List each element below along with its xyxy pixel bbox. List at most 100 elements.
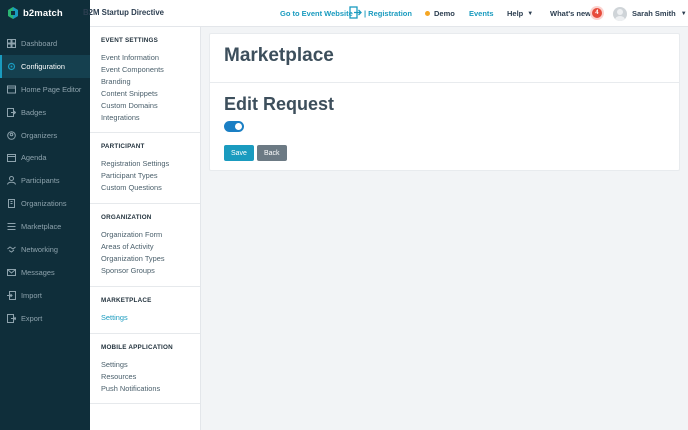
subnav-link-event-components[interactable]: Event Components <box>101 64 200 76</box>
sidebar-item-badges[interactable]: Badges <box>0 101 90 124</box>
subnav-link-event-information[interactable]: Event Information <box>101 52 200 64</box>
subnav-section-mobile-application: MOBILE APPLICATION Settings Resources Pu… <box>90 334 200 405</box>
subnav-link-organization-types[interactable]: Organization Types <box>101 253 200 265</box>
sidebar-item-participants[interactable]: Participants <box>0 169 90 192</box>
demo-indicator[interactable]: Demo <box>425 0 455 27</box>
building-icon <box>7 199 16 209</box>
sidebar-item-label: Organizers <box>21 130 58 140</box>
sidebar-item-dashboard[interactable]: Dashboard <box>0 32 90 55</box>
marketplace-card: Marketplace Edit Request Save Back <box>209 33 680 171</box>
sidebar: Dashboard Configuration Home Page Editor… <box>0 27 90 430</box>
participants-icon <box>7 176 16 185</box>
sidebar-item-export[interactable]: Export <box>0 307 90 330</box>
go-to-event-link[interactable]: Go to Event Website <box>280 0 353 27</box>
home-icon <box>7 85 16 94</box>
sidebar-item-messages[interactable]: Messages <box>0 261 90 284</box>
list-icon <box>7 222 16 231</box>
registration-link[interactable]: | Registration <box>364 0 412 27</box>
subnav-link-push-notifications[interactable]: Push Notifications <box>101 383 200 395</box>
subnav-link-branding[interactable]: Branding <box>101 76 200 88</box>
subnav-link-areas-of-activity[interactable]: Areas of Activity <box>101 241 200 253</box>
sidebar-item-label: Export <box>21 313 43 323</box>
registration-label: | Registration <box>364 9 412 18</box>
sidebar-item-label: Messages <box>21 267 55 277</box>
subnav-section-event-settings: EVENT SETTINGS Event Information Event C… <box>90 27 200 134</box>
edit-request-toggle[interactable] <box>224 121 244 132</box>
subnav-section-title: ORGANIZATION <box>101 214 152 222</box>
subnav-link-custom-domains[interactable]: Custom Domains <box>101 100 200 112</box>
events-label: Events <box>469 9 494 18</box>
button-row: Save Back <box>224 145 679 161</box>
subnav-link-participant-types[interactable]: Participant Types <box>101 170 200 182</box>
sidebar-item-label: Configuration <box>21 61 65 71</box>
subnav-section-organization: ORGANIZATION Organization Form Areas of … <box>90 204 200 287</box>
go-to-event-label: Go to Event Website <box>280 9 353 18</box>
whats-new-label: What's new <box>550 9 591 18</box>
sidebar-item-label: Agenda <box>21 153 47 163</box>
sidebar-item-organizations[interactable]: Organizations <box>0 192 90 215</box>
import-icon <box>7 290 16 300</box>
subnav-section-title: EVENT SETTINGS <box>101 37 159 44</box>
section-title: Edit Request <box>224 94 335 114</box>
subnav-section-marketplace: MARKETPLACE Settings <box>90 287 200 334</box>
sidebar-item-label: Import <box>21 290 42 300</box>
events-link[interactable]: Events <box>469 0 494 27</box>
subnav-link-integrations[interactable]: Integrations <box>101 112 200 124</box>
calendar-icon <box>7 153 16 163</box>
export-icon <box>7 313 16 323</box>
sidebar-item-import[interactable]: Import <box>0 284 90 307</box>
avatar <box>613 6 627 21</box>
card-body: Edit Request Save Back <box>210 83 679 161</box>
sidebar-item-label: Badges <box>21 107 47 117</box>
subnav-section-title: PARTICIPANT <box>101 143 145 151</box>
sidebar-item-home-page-editor[interactable]: Home Page Editor <box>0 78 90 101</box>
back-button[interactable]: Back <box>256 145 287 161</box>
sidebar-item-marketplace[interactable]: Marketplace <box>0 215 90 238</box>
help-label: Help <box>507 9 524 18</box>
sidebar-item-label: Participants <box>21 176 60 186</box>
subnav-link-sponsor-groups[interactable]: Sponsor Groups <box>101 265 200 277</box>
sidebar-item-label: Home Page Editor <box>21 84 82 94</box>
user-name: Sarah Smith <box>632 9 676 18</box>
top-bar: b2match B2M Startup Directive Go to Even… <box>0 0 688 27</box>
envelope-icon <box>7 268 16 277</box>
brand-name: b2match <box>23 7 63 19</box>
demo-label: Demo <box>434 9 455 18</box>
configuration-subnav: EVENT SETTINGS Event Information Event C… <box>90 27 201 430</box>
b2match-logo-icon <box>8 6 18 19</box>
sidebar-item-label: Organizations <box>21 199 67 209</box>
chevron-down-icon: ▼ <box>527 10 534 17</box>
page-title: Marketplace <box>224 45 334 66</box>
notification-badge: 4 <box>591 7 602 18</box>
subnav-link-resources[interactable]: Resources <box>101 371 200 383</box>
subnav-link-marketplace-settings[interactable]: Settings <box>101 312 200 324</box>
subnav-link-mobile-settings[interactable]: Settings <box>101 359 200 371</box>
handshake-icon <box>7 245 16 254</box>
sidebar-item-organizers[interactable]: Organizers <box>0 124 90 147</box>
subnav-link-registration-settings[interactable]: Registration Settings <box>101 158 200 170</box>
dashboard-icon <box>7 38 16 48</box>
subnav-link-organization-form[interactable]: Organization Form <box>101 229 200 241</box>
subnav-section-title: MARKETPLACE <box>101 296 152 304</box>
sidebar-item-label: Dashboard <box>21 38 58 48</box>
subnav-link-custom-questions[interactable]: Custom Questions <box>101 182 200 194</box>
whats-new-link[interactable]: What's new 4 <box>550 0 602 27</box>
sidebar-item-agenda[interactable]: Agenda <box>0 146 90 169</box>
save-button[interactable]: Save <box>224 145 254 161</box>
chevron-down-icon: ▼ <box>680 10 687 17</box>
subnav-section-title: MOBILE APPLICATION <box>101 343 173 351</box>
sidebar-item-networking[interactable]: Networking <box>0 238 90 261</box>
subnav-section-participant: PARTICIPANT Registration Settings Partic… <box>90 133 200 205</box>
sidebar-item-configuration[interactable]: Configuration <box>0 54 90 78</box>
subnav-link-content-snippets[interactable]: Content Snippets <box>101 88 200 100</box>
door-exit-icon[interactable] <box>349 6 362 19</box>
organizers-icon <box>7 130 16 140</box>
card-header: Marketplace <box>210 34 679 83</box>
status-dot-icon <box>425 11 430 16</box>
help-menu[interactable]: Help ▼ <box>507 0 533 27</box>
brand[interactable]: b2match <box>0 0 90 27</box>
user-menu[interactable]: Sarah Smith ▼ <box>613 0 687 27</box>
sidebar-item-label: Marketplace <box>21 222 62 232</box>
sidebar-item-label: Networking <box>21 244 58 254</box>
event-title[interactable]: B2M Startup Directive <box>83 8 164 17</box>
